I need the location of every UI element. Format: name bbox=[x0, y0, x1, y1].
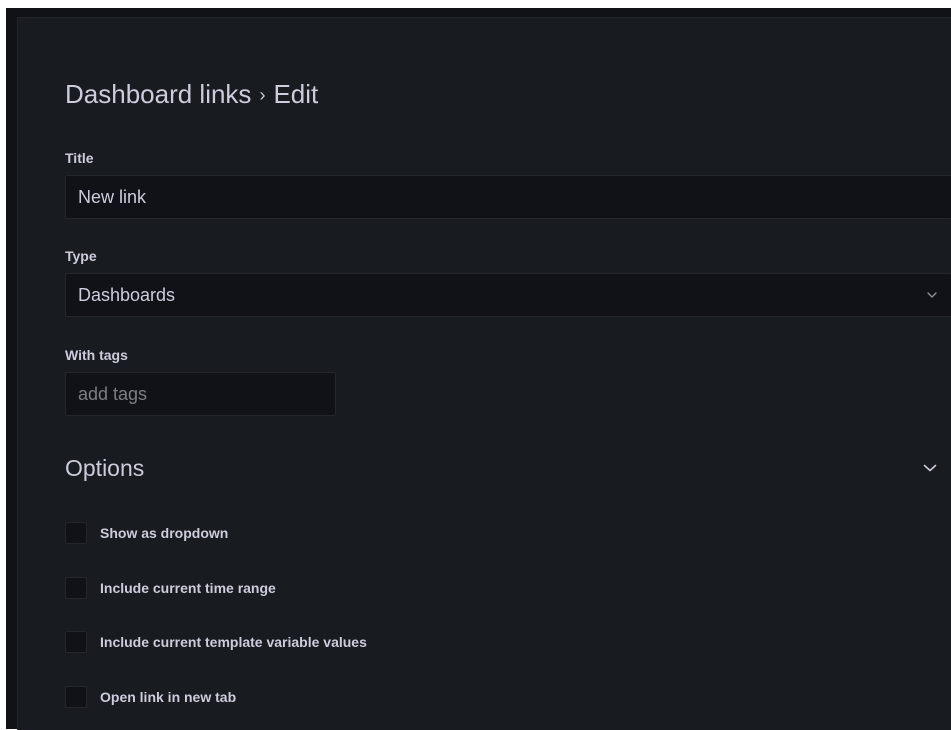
title-input[interactable] bbox=[65, 175, 951, 219]
type-label: Type bbox=[65, 248, 97, 264]
include-time-range-checkbox[interactable] bbox=[65, 577, 87, 599]
open-in-new-tab-option[interactable]: Open link in new tab bbox=[65, 686, 236, 708]
show-as-dropdown-checkbox[interactable] bbox=[65, 522, 87, 544]
checkbox-label: Include current template variable values bbox=[100, 634, 367, 650]
type-select[interactable]: Dashboards bbox=[65, 273, 951, 317]
checkbox-label: Open link in new tab bbox=[100, 689, 237, 705]
chevron-down-icon bbox=[923, 464, 937, 472]
include-template-variables-option[interactable]: Include current template variable values bbox=[65, 631, 367, 653]
chevron-down-icon bbox=[927, 274, 937, 316]
breadcrumb-separator: › bbox=[259, 85, 266, 105]
breadcrumb-current: Edit bbox=[273, 79, 319, 109]
show-as-dropdown-option[interactable]: Show as dropdown bbox=[65, 522, 228, 544]
checkbox-label: Show as dropdown bbox=[100, 525, 229, 541]
checkbox-label: Include current time range bbox=[100, 580, 276, 596]
options-title: Options bbox=[65, 454, 145, 481]
dashboard-link-editor: Dashboard links › Edit Title Type Dashbo… bbox=[17, 17, 951, 730]
breadcrumb: Dashboard links › Edit bbox=[65, 78, 318, 110]
include-time-range-option[interactable]: Include current time range bbox=[65, 577, 276, 599]
type-select-value: Dashboards bbox=[78, 285, 176, 305]
tags-input[interactable] bbox=[65, 372, 336, 416]
include-template-variables-checkbox[interactable] bbox=[65, 631, 87, 653]
title-label: Title bbox=[65, 150, 94, 166]
app-frame: Dashboard links › Edit Title Type Dashbo… bbox=[6, 8, 951, 730]
breadcrumb-parent[interactable]: Dashboard links bbox=[65, 78, 251, 110]
options-section-toggle[interactable]: Options bbox=[65, 451, 937, 485]
tags-label: With tags bbox=[65, 347, 128, 363]
open-in-new-tab-checkbox[interactable] bbox=[65, 686, 87, 708]
